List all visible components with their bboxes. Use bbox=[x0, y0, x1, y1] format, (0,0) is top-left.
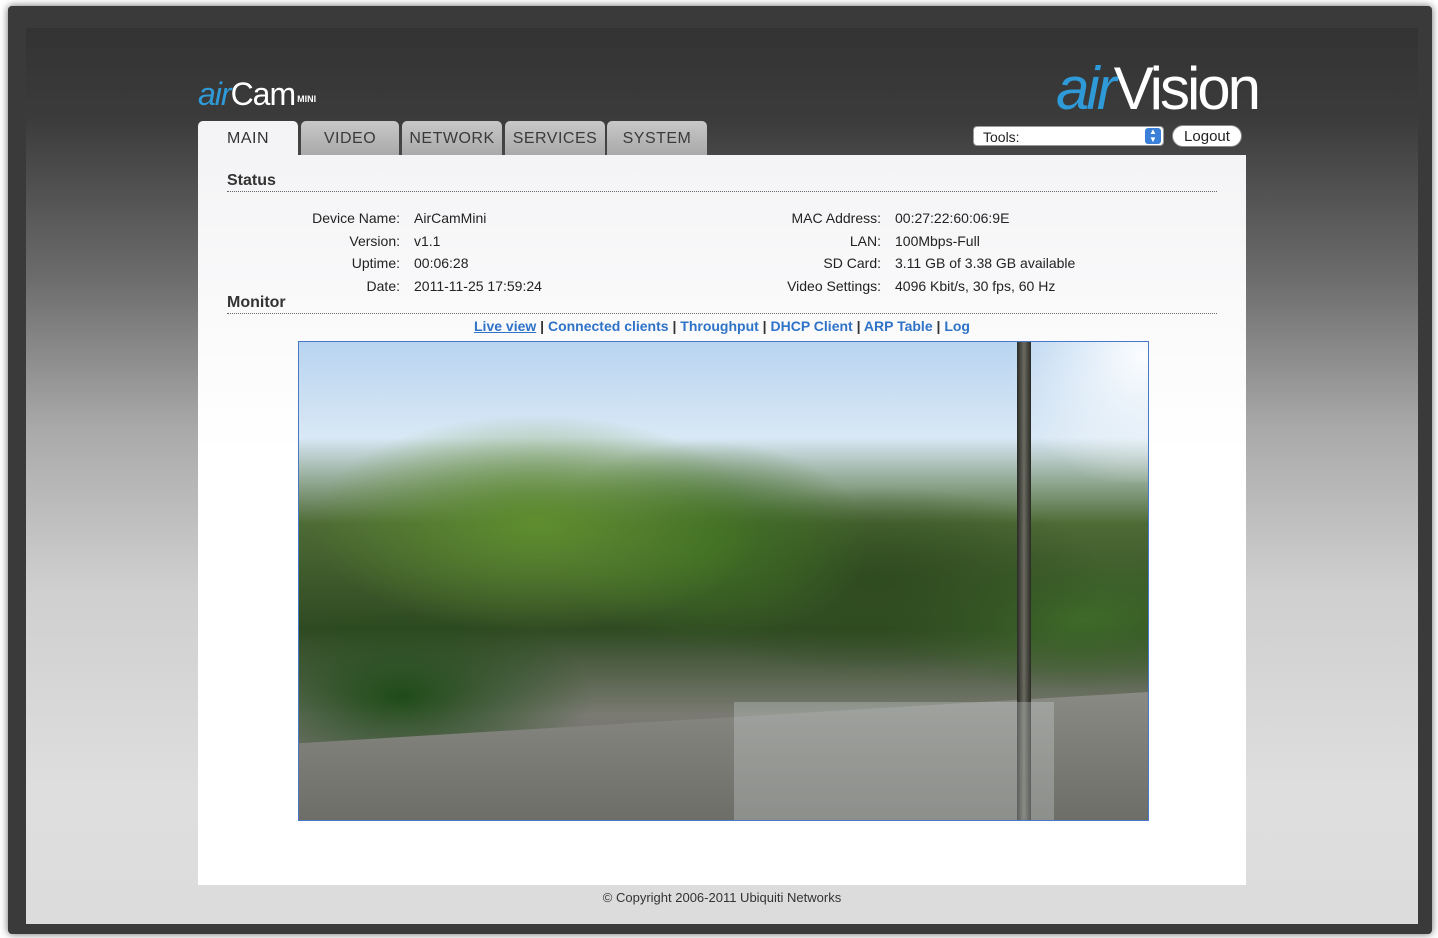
monitor-divider bbox=[227, 313, 1217, 314]
airvision-logo: airVision bbox=[1056, 55, 1261, 122]
logout-button[interactable]: Logout bbox=[1172, 125, 1242, 147]
link-log[interactable]: Log bbox=[944, 318, 970, 334]
lan-value: 100Mbps-Full bbox=[895, 233, 980, 249]
uptime-value: 00:06:28 bbox=[414, 255, 469, 271]
select-arrows-icon: ▲ ▼ bbox=[1145, 128, 1161, 144]
aircam-mini-logo: airCam MINI bbox=[198, 76, 317, 112]
date-label: Date: bbox=[366, 278, 400, 294]
status-title: Status bbox=[227, 172, 276, 189]
copyright-footer: © Copyright 2006-2011 Ubiquiti Networks bbox=[602, 890, 842, 905]
video-settings-value: 4096 Kbit/s, 30 fps, 60 Hz bbox=[895, 278, 1056, 294]
link-connected-clients[interactable]: Connected clients bbox=[548, 318, 669, 334]
tab-main[interactable]: MAIN bbox=[198, 121, 298, 155]
device-name-value: AirCamMini bbox=[414, 210, 487, 226]
monitor-links: Live view | Connected clients | Throughp… bbox=[474, 318, 970, 334]
status-divider bbox=[227, 191, 1217, 192]
version-label: Version: bbox=[349, 233, 400, 249]
date-value: 2011-11-25 17:59:24 bbox=[414, 278, 542, 294]
link-throughput[interactable]: Throughput bbox=[680, 318, 759, 334]
monitor-title: Monitor bbox=[227, 294, 286, 311]
live-video-feed bbox=[298, 341, 1149, 821]
tab-system[interactable]: SYSTEM bbox=[607, 121, 707, 155]
video-settings-label: Video Settings: bbox=[787, 278, 881, 294]
link-live-view[interactable]: Live view bbox=[474, 318, 536, 334]
mac-address-value: 00:27:22:60:06:9E bbox=[895, 210, 1010, 226]
uptime-label: Uptime: bbox=[351, 255, 400, 271]
version-value: v1.1 bbox=[414, 233, 441, 249]
sd-card-value: 3.11 GB of 3.38 GB available bbox=[895, 255, 1076, 271]
sd-card-label: SD Card: bbox=[823, 255, 881, 271]
tools-select-value: Tools: bbox=[983, 129, 1020, 145]
mac-address-label: MAC Address: bbox=[791, 210, 881, 226]
device-name-label: Device Name: bbox=[312, 210, 400, 226]
link-dhcp-client[interactable]: DHCP Client bbox=[771, 318, 853, 334]
tab-network[interactable]: NETWORK bbox=[402, 121, 502, 155]
tab-services[interactable]: SERVICES bbox=[505, 121, 605, 155]
tab-video[interactable]: VIDEO bbox=[301, 121, 399, 155]
link-arp-table[interactable]: ARP Table bbox=[864, 318, 933, 334]
lan-label: LAN: bbox=[849, 233, 881, 249]
main-panel: Status Device Name: AirCamMini Version: … bbox=[198, 155, 1246, 885]
tools-select[interactable]: Tools: ▲ ▼ bbox=[973, 126, 1164, 146]
video-window-reflection bbox=[734, 702, 1054, 820]
